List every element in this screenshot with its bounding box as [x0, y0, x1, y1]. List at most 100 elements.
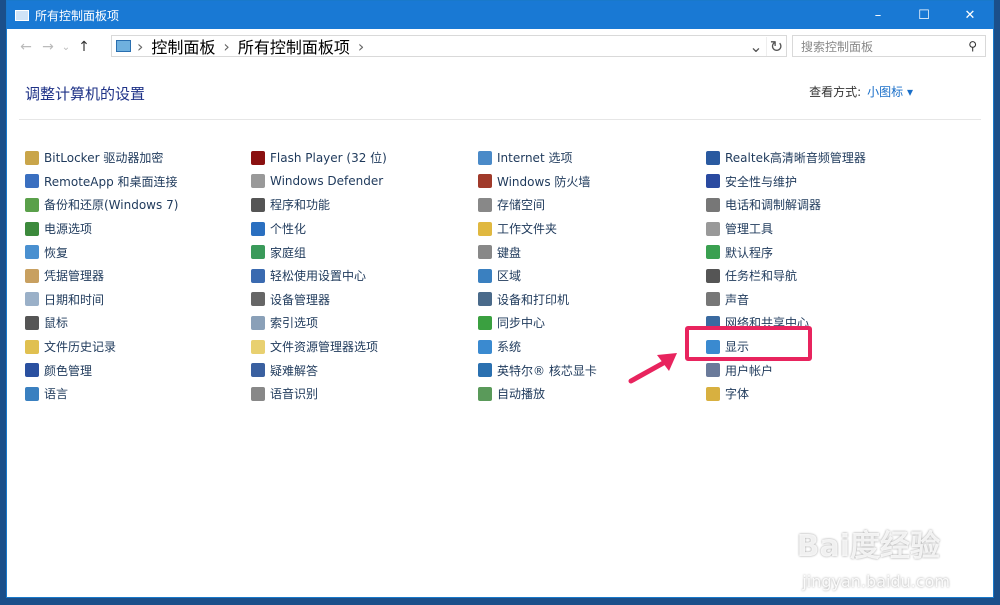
- breadcrumb-control-panel[interactable]: 控制面板: [151, 34, 215, 58]
- search-icon[interactable]: ⚲: [968, 39, 977, 53]
- divider: [19, 119, 981, 120]
- control-panel-item[interactable]: 索引选项: [251, 311, 387, 335]
- item-icon: [478, 151, 492, 165]
- control-panel-item[interactable]: RemoteApp 和桌面连接: [25, 170, 178, 194]
- control-panel-item[interactable]: 轻松使用设置中心: [251, 264, 387, 288]
- control-panel-item[interactable]: 语音识别: [251, 382, 387, 406]
- breadcrumb-separator: ›: [137, 37, 143, 56]
- control-panel-item[interactable]: 同步中心: [478, 311, 597, 335]
- item-label: 凭据管理器: [44, 267, 104, 284]
- item-icon: [25, 222, 39, 236]
- control-panel-item[interactable]: 工作文件夹: [478, 217, 597, 241]
- item-label: 文件资源管理器选项: [270, 338, 378, 355]
- item-label: 同步中心: [497, 314, 545, 331]
- item-icon: [251, 174, 265, 188]
- item-icon: [251, 292, 265, 306]
- control-panel-item[interactable]: 恢复: [25, 240, 178, 264]
- control-panel-item[interactable]: 管理工具: [706, 217, 866, 241]
- forward-button[interactable]: →: [37, 39, 59, 55]
- watermark-url: jingyan.baidu.com: [802, 572, 950, 591]
- address-dropdown-button[interactable]: ⌄: [746, 37, 766, 56]
- control-panel-item[interactable]: 任务栏和导航: [706, 264, 866, 288]
- control-panel-item[interactable]: 英特尔® 核芯显卡: [478, 358, 597, 382]
- control-panel-item[interactable]: 凭据管理器: [25, 264, 178, 288]
- item-icon: [251, 387, 265, 401]
- control-panel-item[interactable]: 电源选项: [25, 217, 178, 241]
- control-panel-item[interactable]: 声音: [706, 288, 866, 312]
- control-panel-item[interactable]: Windows Defender: [251, 170, 387, 194]
- control-panel-item[interactable]: Windows 防火墙: [478, 170, 597, 194]
- search-input[interactable]: 搜索控制面板 ⚲: [792, 35, 986, 57]
- control-panel-item[interactable]: 字体: [706, 382, 866, 406]
- item-label: Internet 选项: [497, 149, 572, 166]
- control-panel-item[interactable]: 备份和还原(Windows 7): [25, 193, 178, 217]
- breadcrumb-separator: ›: [223, 37, 229, 56]
- control-panel-item[interactable]: 设备管理器: [251, 288, 387, 312]
- breadcrumb-all-items[interactable]: 所有控制面板项: [238, 34, 350, 58]
- item-icon: [478, 174, 492, 188]
- refresh-button[interactable]: ↻: [766, 37, 786, 56]
- control-panel-item[interactable]: 默认程序: [706, 240, 866, 264]
- item-icon: [251, 245, 265, 259]
- item-icon: [25, 174, 39, 188]
- control-panel-item[interactable]: 电话和调制解调器: [706, 193, 866, 217]
- control-panel-item[interactable]: 系统: [478, 335, 597, 359]
- items-column: BitLocker 驱动器加密RemoteApp 和桌面连接备份和还原(Wind…: [25, 146, 178, 406]
- item-icon: [706, 363, 720, 377]
- item-label: 疑难解答: [270, 362, 318, 379]
- item-label: 用户帐户: [725, 362, 773, 379]
- control-panel-item[interactable]: 文件资源管理器选项: [251, 335, 387, 359]
- control-panel-item[interactable]: 程序和功能: [251, 193, 387, 217]
- maximize-button[interactable]: ☐: [901, 8, 947, 23]
- item-label: 日期和时间: [44, 291, 104, 308]
- control-panel-item[interactable]: 个性化: [251, 217, 387, 241]
- item-icon: [478, 292, 492, 306]
- control-panel-item[interactable]: 日期和时间: [25, 288, 178, 312]
- control-panel-item[interactable]: Realtek高清晰音频管理器: [706, 146, 866, 170]
- control-panel-item[interactable]: 文件历史记录: [25, 335, 178, 359]
- control-panel-item[interactable]: 区域: [478, 264, 597, 288]
- control-panel-item[interactable]: 设备和打印机: [478, 288, 597, 312]
- item-label: 家庭组: [270, 244, 306, 261]
- address-bar[interactable]: › 控制面板 › 所有控制面板项 › ⌄ ↻: [111, 35, 787, 57]
- control-panel-item[interactable]: 颜色管理: [25, 358, 178, 382]
- item-icon: [706, 174, 720, 188]
- item-icon: [706, 292, 720, 306]
- control-panel-item[interactable]: 语言: [25, 382, 178, 406]
- control-panel-item[interactable]: 疑难解答: [251, 358, 387, 382]
- minimize-button[interactable]: –: [855, 8, 901, 23]
- item-icon: [251, 222, 265, 236]
- item-label: 安全性与维护: [725, 173, 797, 190]
- item-label: 任务栏和导航: [725, 267, 797, 284]
- back-button[interactable]: ←: [15, 39, 37, 55]
- item-label: 鼠标: [44, 314, 68, 331]
- control-panel-item[interactable]: 安全性与维护: [706, 170, 866, 194]
- control-panel-item[interactable]: 鼠标: [25, 311, 178, 335]
- control-panel-icon: [116, 40, 131, 52]
- control-panel-window: 所有控制面板项 – ☐ ✕ ← → ⌄ ↑ › 控制面板 › 所有控制面板项 ›…: [6, 0, 994, 598]
- close-button[interactable]: ✕: [947, 8, 993, 23]
- control-panel-item[interactable]: 用户帐户: [706, 358, 866, 382]
- item-icon: [706, 269, 720, 283]
- items-column: Realtek高清晰音频管理器安全性与维护电话和调制解调器管理工具默认程序任务栏…: [706, 146, 866, 406]
- item-label: Realtek高清晰音频管理器: [725, 149, 866, 166]
- control-panel-item[interactable]: 自动播放: [478, 382, 597, 406]
- item-label: 个性化: [270, 220, 306, 237]
- control-panel-item[interactable]: Internet 选项: [478, 146, 597, 170]
- control-panel-item[interactable]: 家庭组: [251, 240, 387, 264]
- recent-locations-button[interactable]: ⌄: [59, 42, 73, 53]
- item-icon: [706, 198, 720, 212]
- control-panel-item[interactable]: Flash Player (32 位): [251, 146, 387, 170]
- up-button[interactable]: ↑: [73, 39, 95, 55]
- breadcrumb-separator[interactable]: ›: [358, 37, 364, 56]
- view-by-dropdown[interactable]: 小图标 ▾: [867, 85, 913, 99]
- item-icon: [251, 316, 265, 330]
- control-panel-item[interactable]: 键盘: [478, 240, 597, 264]
- item-icon: [251, 340, 265, 354]
- item-label: 自动播放: [497, 385, 545, 402]
- control-panel-item[interactable]: 存储空间: [478, 193, 597, 217]
- item-label: 程序和功能: [270, 196, 330, 213]
- control-panel-item[interactable]: BitLocker 驱动器加密: [25, 146, 178, 170]
- item-label: 设备管理器: [270, 291, 330, 308]
- control-panel-icon: [15, 10, 29, 21]
